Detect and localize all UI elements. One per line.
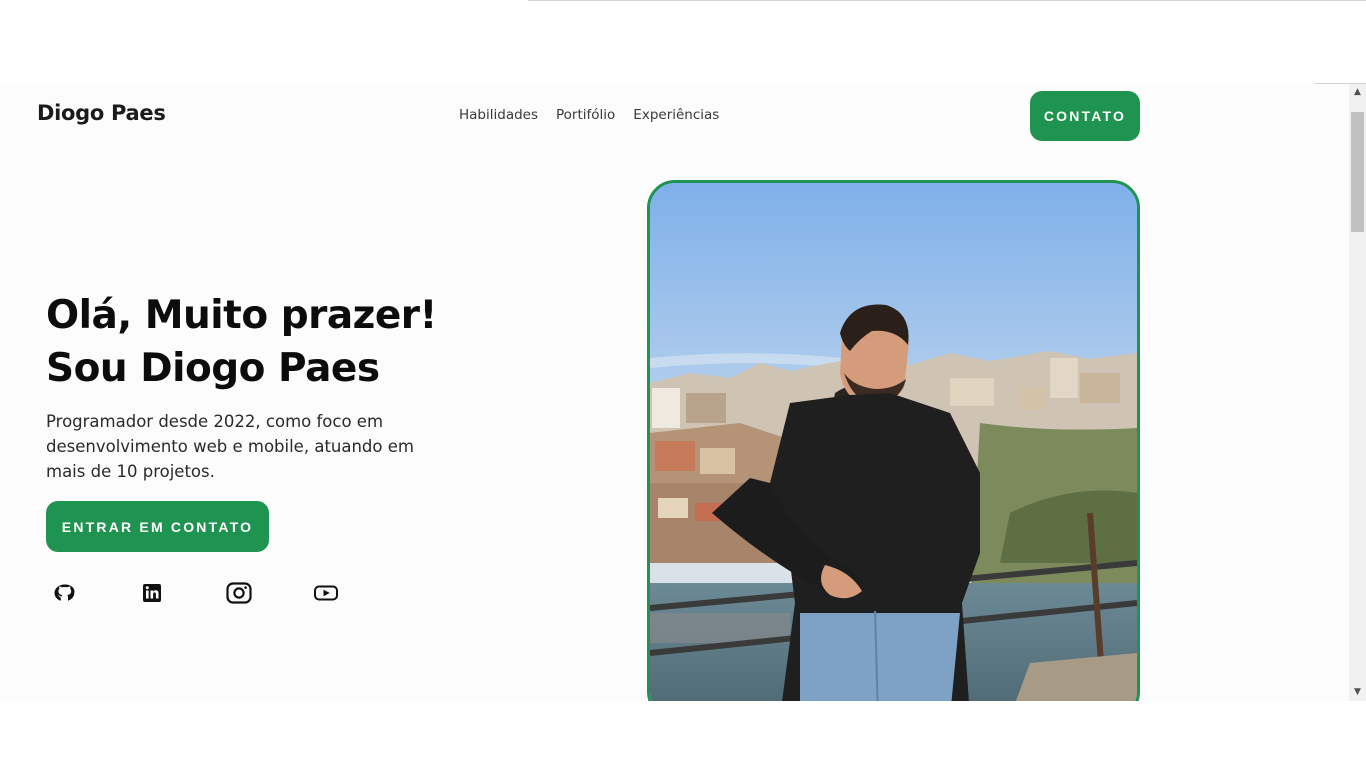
nav-link-habilidades[interactable]: Habilidades [459,107,538,123]
youtube-link[interactable] [313,582,339,604]
linkedin-icon [143,584,161,602]
hero-description: Programador desde 2022, como foco em des… [46,412,414,481]
nav-link-experiencias[interactable]: Experiências [633,107,719,123]
instagram-link[interactable] [226,582,252,604]
hero-title-line-1: Olá, Muito prazer! [46,293,437,338]
hero-title: Olá, Muito prazer! Sou Diogo Paes [46,289,437,395]
main-nav: Habilidades Portifólio Experiências [459,107,719,123]
page-viewport: Diogo Paes Habilidades Portifólio Experi… [0,84,1349,701]
scroll-thumb[interactable] [1351,112,1364,232]
brand-logo[interactable]: Diogo Paes [37,101,166,125]
github-link[interactable] [52,582,78,604]
hero-title-line-2: Sou Diogo Paes [46,346,380,391]
instagram-icon [226,582,252,604]
vertical-scrollbar[interactable]: ▲ ▼ [1349,84,1366,701]
bottom-blank-area [0,701,1366,768]
github-icon [54,584,75,601]
entrar-em-contato-button[interactable]: ENTRAR EM CONTATO [46,501,269,552]
scroll-up-arrow-icon[interactable]: ▲ [1349,84,1366,101]
nav-link-portifolio[interactable]: Portifólio [556,107,615,123]
profile-photo [647,180,1140,701]
profile-photo-illustration [650,183,1137,701]
top-divider [528,0,1366,1]
youtube-icon [314,585,338,601]
linkedin-link[interactable] [139,582,165,604]
contato-button[interactable]: CONTATO [1030,91,1140,141]
scroll-down-arrow-icon[interactable]: ▼ [1349,684,1366,701]
browser-top-area [0,0,1366,84]
